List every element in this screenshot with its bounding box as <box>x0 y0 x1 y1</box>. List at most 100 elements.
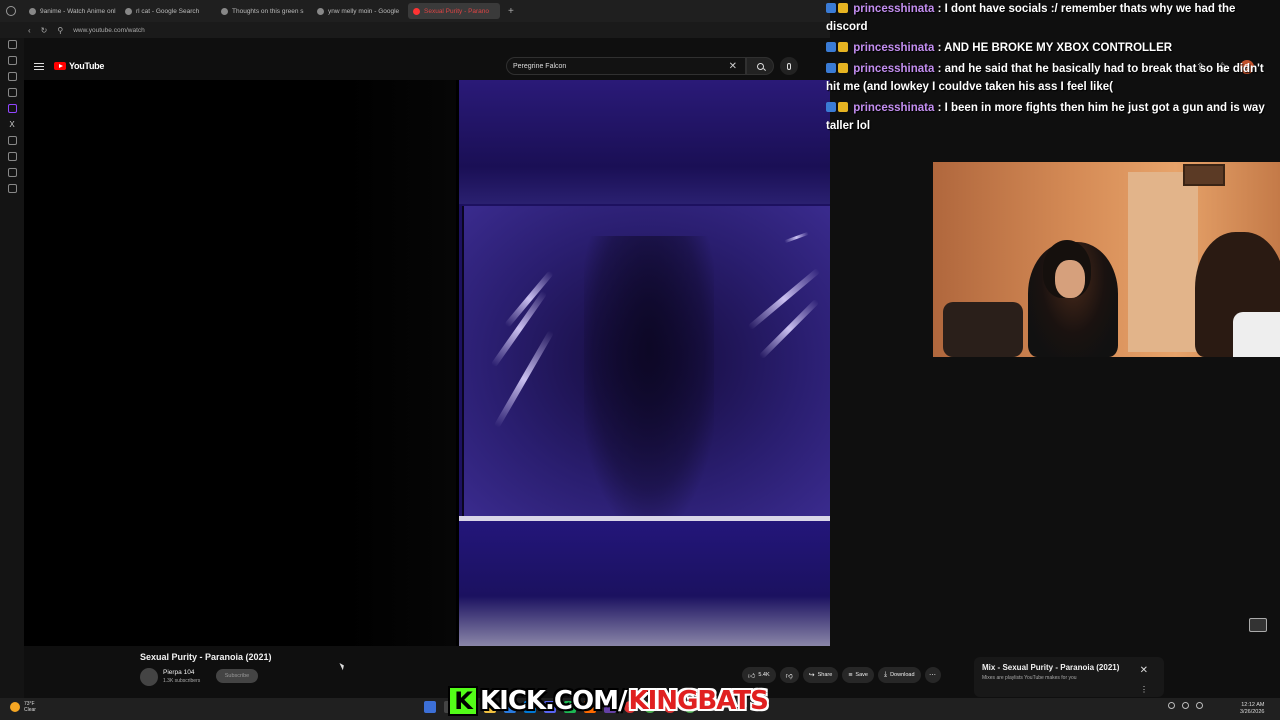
message-rail-icon[interactable] <box>7 72 17 81</box>
box-rail-icon[interactable] <box>7 168 17 177</box>
chat-text: AND HE BROKE MY XBOX CONTROLLER <box>944 42 1173 54</box>
video-player[interactable] <box>24 80 830 646</box>
sub-badge-icon <box>838 63 848 73</box>
webcam-person-left-face <box>1055 260 1085 298</box>
system-tray <box>1168 702 1203 709</box>
search-icon <box>756 62 764 70</box>
stream-chat-overlay: princesshinata : I dont have socials :/ … <box>826 0 1280 132</box>
channel-name[interactable]: Pierpa 104 <box>163 669 194 676</box>
close-icon[interactable]: ✕ <box>1140 665 1148 676</box>
more-actions-button[interactable]: ⋯ <box>924 667 941 683</box>
tab-favicon-icon <box>317 7 324 15</box>
bag-rail-icon[interactable] <box>7 56 17 65</box>
miniplayer-icon[interactable] <box>1249 618 1267 632</box>
site-info-icon[interactable]: ⚲ <box>57 26 63 35</box>
artwork-bottom-band <box>459 521 830 646</box>
prime-badge-icon <box>826 3 836 13</box>
share-label: Share <box>817 672 833 678</box>
weather-desc: Clear <box>24 707 36 713</box>
voice-search-button[interactable] <box>780 57 798 75</box>
cloud-rail-icon[interactable] <box>7 136 17 145</box>
artwork-silhouette <box>584 236 714 516</box>
browser-menu-icon[interactable] <box>6 6 16 16</box>
refresh-rail-icon[interactable] <box>7 40 17 49</box>
browser-tab[interactable]: Thoughts on this green s <box>216 3 308 19</box>
mix-playlist-panel[interactable]: Mix - Sexual Purity - Paranoia (2021) Mi… <box>974 657 1164 697</box>
url-field[interactable]: www.youtube.com/watch <box>73 27 145 34</box>
kick-domain: KICK.COM/ <box>480 686 627 716</box>
kick-channel-name: KINGBATS <box>628 686 768 716</box>
download-icon: ⤓ <box>883 671 888 678</box>
share-button[interactable]: ↪ Share <box>802 667 839 683</box>
chat-message: princesshinata : AND HE BROKE MY XBOX CO… <box>826 39 1280 57</box>
menu-icon[interactable] <box>34 62 44 70</box>
tab-favicon-icon <box>125 7 132 15</box>
like-count: 5.4K <box>758 672 770 678</box>
tab-label: 9anime - Watch Anime onl <box>40 7 116 15</box>
browser-tab-bar: 9anime - Watch Anime onl rl cat - Google… <box>0 0 830 22</box>
artwork-streak <box>784 231 809 244</box>
save-icon: ≡ <box>848 671 853 679</box>
subscriber-count: 1.3K subscribers <box>163 678 201 684</box>
sub-badge-icon <box>838 42 848 52</box>
x-rail-icon[interactable]: X <box>8 120 17 129</box>
search-button[interactable] <box>746 57 774 75</box>
chat-username: princesshinata <box>853 63 935 75</box>
start-icon[interactable] <box>424 701 436 713</box>
webcam-wall-light <box>1183 164 1225 186</box>
like-button[interactable]: 👍︎ 5.4K <box>742 667 776 683</box>
weather-widget[interactable]: 73°F Clear <box>10 701 36 713</box>
download-button[interactable]: ⤓ Download <box>877 667 921 683</box>
chat-username: princesshinata <box>853 3 935 15</box>
clock-rail-icon[interactable] <box>7 152 17 161</box>
tab-label: Thoughts on this green s <box>232 7 304 15</box>
weather-moon-icon <box>10 702 20 712</box>
mouse-cursor-icon <box>339 661 346 671</box>
taskbar-clock[interactable]: 12:12 AM 3/26/2026 <box>1240 702 1264 716</box>
browser-tab[interactable]: 9anime - Watch Anime onl <box>24 3 116 19</box>
tab-favicon-icon <box>221 7 228 15</box>
back-icon[interactable]: ‹ <box>28 26 31 35</box>
tab-favicon-icon <box>29 7 36 15</box>
clear-search-icon[interactable]: ✕ <box>729 61 737 72</box>
network-icon[interactable] <box>1182 702 1189 709</box>
browser-tab[interactable]: ynw melly moin - Google <box>312 3 404 19</box>
reload-icon[interactable]: ↻ <box>41 26 48 35</box>
video-artwork <box>459 80 830 646</box>
tab-label: ynw melly moin - Google <box>328 7 400 15</box>
artwork-frame <box>462 206 830 516</box>
browser-tab-active[interactable]: Sexual Purity - Parano <box>408 3 500 19</box>
note-rail-icon[interactable] <box>7 88 17 97</box>
kick-logo: K <box>448 686 478 716</box>
artwork-streak <box>747 267 821 331</box>
more-vert-icon[interactable]: ⋮ <box>1140 685 1148 694</box>
browser-tab[interactable]: rl cat - Google Search <box>120 3 212 19</box>
youtube-header: YouTube Peregrine Falcon ✕ <box>24 52 830 80</box>
save-label: Save <box>855 672 868 678</box>
video-actions: 👍︎ 5.4K 👎︎ ↪ Share ≡ Save ⤓ Download ⋯ <box>742 667 941 683</box>
channel-avatar[interactable] <box>140 668 158 686</box>
youtube-play-icon <box>54 62 66 70</box>
youtube-logo[interactable]: YouTube <box>54 61 104 71</box>
sub-badge-icon <box>838 3 848 13</box>
volume-icon[interactable] <box>1196 702 1203 709</box>
subscribe-button[interactable]: Subscribe <box>216 669 258 683</box>
settings-rail-icon[interactable] <box>7 184 17 193</box>
chevron-up-icon[interactable] <box>1168 702 1175 709</box>
download-label: Download <box>890 672 915 678</box>
chat-username: princesshinata <box>853 42 935 54</box>
prime-badge-icon <box>826 63 836 73</box>
share-icon: ↪ <box>808 672 815 679</box>
thumbs-down-icon: 👎︎ <box>785 672 793 680</box>
twitch-rail-icon[interactable] <box>7 104 17 113</box>
save-button[interactable]: ≡ Save <box>842 667 874 683</box>
mix-title: Mix - Sexual Purity - Paranoia (2021) <box>982 663 1120 672</box>
tab-label: rl cat - Google Search <box>136 7 200 15</box>
dislike-button[interactable]: 👎︎ <box>779 667 799 683</box>
tab-label: Sexual Purity - Parano <box>424 7 490 15</box>
new-tab-button[interactable]: + <box>504 6 518 17</box>
browser-sidebar: X <box>0 38 24 698</box>
search-input[interactable]: Peregrine Falcon ✕ <box>506 57 746 75</box>
webcam-background-door <box>1128 172 1198 352</box>
microphone-icon <box>787 62 791 70</box>
